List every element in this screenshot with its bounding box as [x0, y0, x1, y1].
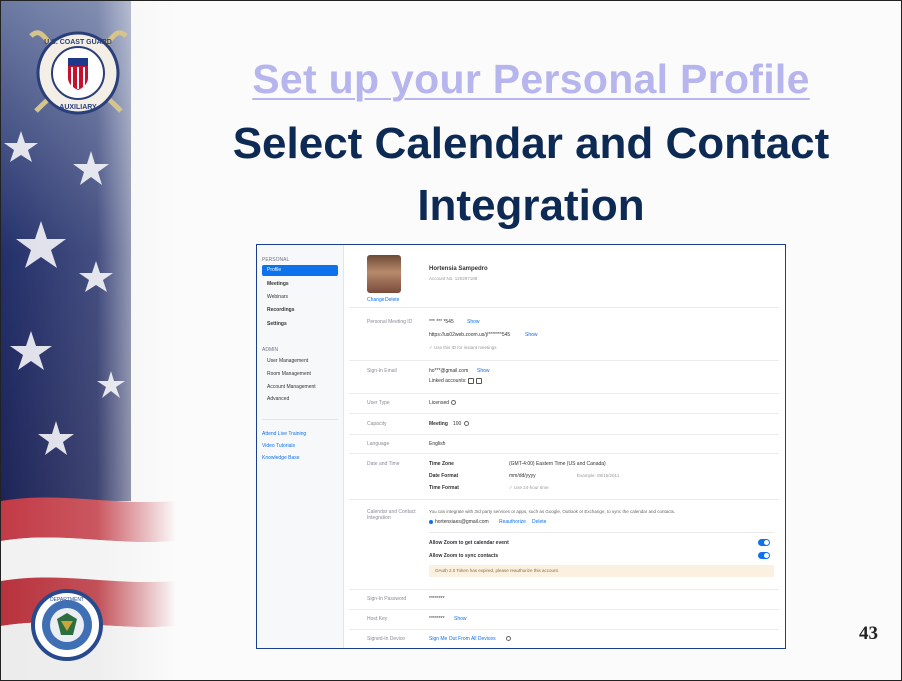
profile-header-row: Change Delete Hortensia Sampedro Account…: [349, 245, 779, 308]
delete-integration-link[interactable]: Delete: [532, 519, 546, 525]
signin-email-show-link[interactable]: Show: [477, 368, 490, 374]
signed-in-device-label: Signed-In Device: [367, 636, 406, 642]
linked-accounts-label: Linked accounts:: [429, 378, 467, 384]
calendar-integration-row: Calendar and Contact Integration You can…: [349, 499, 779, 590]
subtitle-line-2: Integration: [417, 181, 645, 230]
sign-out-all-devices-link[interactable]: Sign Me Out From All Devices: [429, 636, 496, 642]
capacity-row: Capacity Meeting 100: [349, 413, 779, 435]
user-type-value: Licensed: [429, 400, 450, 406]
time-format-label: Time Format: [429, 485, 459, 491]
sidebar-item-advanced[interactable]: Advanced: [262, 394, 338, 405]
time-zone-value[interactable]: (GMT-4:00) Eastern Time (US and Canada): [509, 461, 606, 467]
profile-name: Hortensia Sampedro: [429, 266, 488, 272]
avatar[interactable]: [367, 255, 401, 293]
pmi-label: Personal Meeting ID: [367, 319, 413, 325]
calendar-events-toggle[interactable]: [758, 539, 770, 546]
subtitle-line-1: Select Calendar and Contact: [232, 119, 830, 168]
dhs-seal: DEPARTMENT: [31, 589, 103, 661]
time-format-value[interactable]: ✓ Use 24-hour time: [509, 485, 549, 491]
pmi-value: *** *** *545: [429, 319, 454, 325]
signin-email-value: ho***@gmail.com: [429, 368, 469, 374]
google-icon: [468, 378, 474, 384]
delete-avatar-link[interactable]: Delete: [385, 297, 399, 303]
calendar-events-toggle-label: Allow Zoom to get calendar event: [429, 540, 509, 546]
signin-password-row: Sign-In Password ********: [349, 589, 779, 610]
sidebar-divider: [262, 419, 338, 420]
date-time-label: Date and Time: [367, 461, 400, 467]
slide-title: Set up your Personal Profile: [252, 56, 810, 102]
slide: U.S. COAST GUARD AUXILIARY DEPARTMENT Se…: [0, 0, 902, 681]
pmi-show-link[interactable]: Show: [467, 319, 480, 325]
calendar-divider: [429, 532, 774, 533]
profile-screenshot: PERSONAL Profile Meetings Webinars Recor…: [256, 244, 786, 649]
user-type-row: User Type Licensed: [349, 393, 779, 414]
page-number: 43: [859, 623, 878, 644]
sidebar-item-account-management[interactable]: Account Management: [262, 382, 338, 393]
calendar-account-email: hortensiaes@gmail.com: [435, 519, 489, 525]
language-value: English: [429, 441, 446, 447]
svg-text:U.S. COAST GUARD: U.S. COAST GUARD: [44, 39, 112, 46]
info-icon: [506, 636, 511, 641]
svg-text:AUXILIARY: AUXILIARY: [59, 104, 97, 111]
uscg-auxiliary-seal: U.S. COAST GUARD AUXILIARY: [29, 30, 128, 115]
date-format-label: Date Format: [429, 473, 459, 479]
sidebar: PERSONAL Profile Meetings Webinars Recor…: [257, 245, 344, 648]
calendar-integration-description: You can integrate with 3rd party service…: [429, 509, 676, 514]
knowledge-base-link[interactable]: Knowledge Base: [262, 455, 300, 461]
account-number: Account No. 120297188: [429, 276, 478, 281]
signin-email-row: Sign-In Email ho***@gmail.com Show Linke…: [349, 360, 779, 394]
capacity-label: Capacity: [367, 421, 387, 427]
pmi-row: Personal Meeting ID *** *** *545 Show ht…: [349, 307, 779, 361]
signin-password-label: Sign-In Password: [367, 596, 407, 602]
oauth-expired-notice: OAuth 2.0 Token has expired, please reau…: [429, 565, 774, 577]
apple-icon: [476, 378, 482, 384]
signed-in-device-row: Signed-In Device Sign Me Out From All De…: [349, 629, 779, 648]
language-row: Language English: [349, 434, 779, 454]
slide-subtitle: Select Calendar and Contact Integration: [171, 113, 891, 237]
sync-contacts-toggle-label: Allow Zoom to sync contacts: [429, 553, 499, 559]
time-zone-label: Time Zone: [429, 461, 454, 467]
sidebar-item-user-management[interactable]: User Management: [262, 356, 338, 367]
sidebar-item-meetings[interactable]: Meetings: [262, 279, 338, 290]
svg-text:DEPARTMENT: DEPARTMENT: [50, 597, 84, 603]
info-icon: [464, 421, 469, 426]
pmi-instant-hint: ✓ Use this ID for instant meetings: [429, 345, 497, 350]
video-tutorials-link[interactable]: Video Tutorials: [262, 443, 295, 449]
signin-email-label: Sign-In Email: [367, 368, 397, 374]
sync-contacts-toggle[interactable]: [758, 552, 770, 559]
date-time-row: Date and Time Time Zone (GMT-4:00) Easte…: [349, 453, 779, 500]
capacity-meeting-label: Meeting: [429, 421, 448, 427]
sidebar-item-room-management[interactable]: Room Management: [262, 369, 338, 380]
sidebar-section-admin: ADMIN: [262, 347, 279, 353]
sidebar-section-personal: PERSONAL: [262, 257, 290, 263]
change-avatar-link[interactable]: Change: [367, 297, 385, 303]
date-format-example: Example: 08/15/2011: [577, 473, 620, 478]
language-label: Language: [367, 441, 390, 447]
sidebar-item-recordings[interactable]: Recordings: [262, 305, 338, 316]
sidebar-item-profile[interactable]: Profile: [262, 265, 338, 276]
host-key-row: Host Key ******** Show: [349, 609, 779, 630]
date-format-value[interactable]: mm/dd/yyyy: [509, 473, 536, 479]
calendar-integration-label: Calendar and Contact Integration: [367, 509, 416, 521]
signin-password-value: ********: [429, 596, 445, 602]
host-key-show-link[interactable]: Show: [454, 616, 467, 622]
sidebar-item-webinars[interactable]: Webinars: [262, 292, 338, 303]
pmi-url-show-link[interactable]: Show: [525, 332, 538, 338]
capacity-value: 100: [453, 421, 462, 427]
reauthorize-link[interactable]: Reauthorize: [499, 519, 526, 525]
info-icon: [451, 400, 456, 405]
pmi-url: https://us02web.zoom.us/j/*******545: [429, 332, 511, 338]
profile-main: Change Delete Hortensia Sampedro Account…: [349, 245, 784, 648]
host-key-label: Host Key: [367, 616, 388, 622]
attend-live-training-link[interactable]: Attend Live Training: [262, 431, 306, 437]
host-key-value: ********: [429, 616, 445, 622]
sidebar-item-settings[interactable]: Settings: [262, 319, 338, 330]
user-type-label: User Type: [367, 400, 390, 406]
account-bullet-icon: [429, 520, 433, 524]
